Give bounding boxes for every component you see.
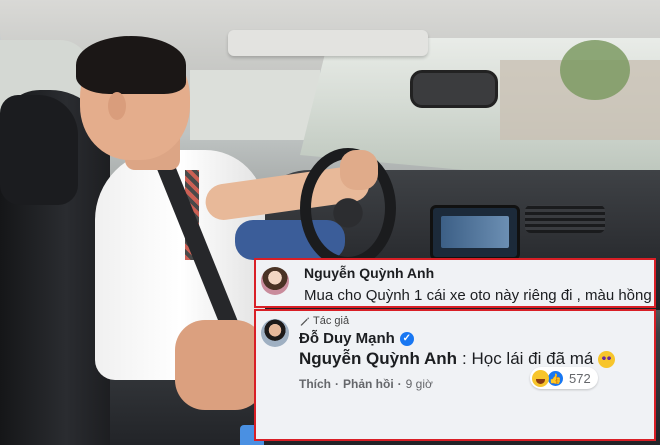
comment-author-name[interactable]: Nguyễn Quỳnh Anh xyxy=(304,265,434,281)
reply-author-name[interactable]: Đỗ Duy Mạnh xyxy=(299,330,395,347)
action-separator: · xyxy=(335,377,339,391)
verified-icon: ✓ xyxy=(399,331,414,346)
avatar[interactable] xyxy=(261,267,289,295)
outside-tree xyxy=(560,40,630,100)
sun-visor xyxy=(228,30,428,56)
pencil-icon xyxy=(300,316,310,326)
infotainment-screen xyxy=(430,205,520,260)
mention-link[interactable]: Nguyễn Quỳnh Anh xyxy=(299,349,457,369)
like-reaction-icon: 👍 xyxy=(547,369,564,387)
driver-hair xyxy=(76,36,186,94)
reply-action[interactable]: Phản hồi xyxy=(343,377,394,391)
author-badge-label: Tác giả xyxy=(313,315,350,327)
reaction-count: 572 xyxy=(569,370,591,386)
rearview-mirror xyxy=(410,70,498,108)
comment-text: Mua cho Quỳnh 1 cái xe oto này riêng đi … xyxy=(304,287,652,304)
author-badge: Tác giả xyxy=(299,315,349,327)
seat-headrest xyxy=(0,95,78,205)
rear-side-window xyxy=(190,70,320,140)
reply-text: : Học lái đi đã má xyxy=(462,349,594,368)
haha-reaction-icon xyxy=(532,369,549,387)
air-vent xyxy=(525,205,605,233)
reaction-summary[interactable]: 👍 572 xyxy=(530,367,598,389)
comment-actions: Thích · Phản hồi · 9 giờ xyxy=(299,377,433,391)
reply-highlight-box: Tác giả Đỗ Duy Mạnh ✓ Nguyễn Quỳnh Anh :… xyxy=(254,309,656,441)
driver-ear xyxy=(108,92,126,120)
action-separator: · xyxy=(397,377,402,391)
driver-hand xyxy=(340,150,378,190)
reply-author-row: Đỗ Duy Mạnh ✓ xyxy=(299,330,414,347)
like-action[interactable]: Thích xyxy=(299,377,331,391)
comment-highlight-box: Nguyễn Quỳnh Anh Mua cho Quỳnh 1 cái xe … xyxy=(254,258,656,308)
star-struck-emoji-icon xyxy=(598,350,616,368)
avatar[interactable] xyxy=(261,319,289,347)
reply-text-row: Nguyễn Quỳnh Anh : Học lái đi đã má xyxy=(299,349,616,369)
timestamp[interactable]: 9 giờ xyxy=(406,377,433,391)
driver-lower-arm xyxy=(175,320,265,410)
